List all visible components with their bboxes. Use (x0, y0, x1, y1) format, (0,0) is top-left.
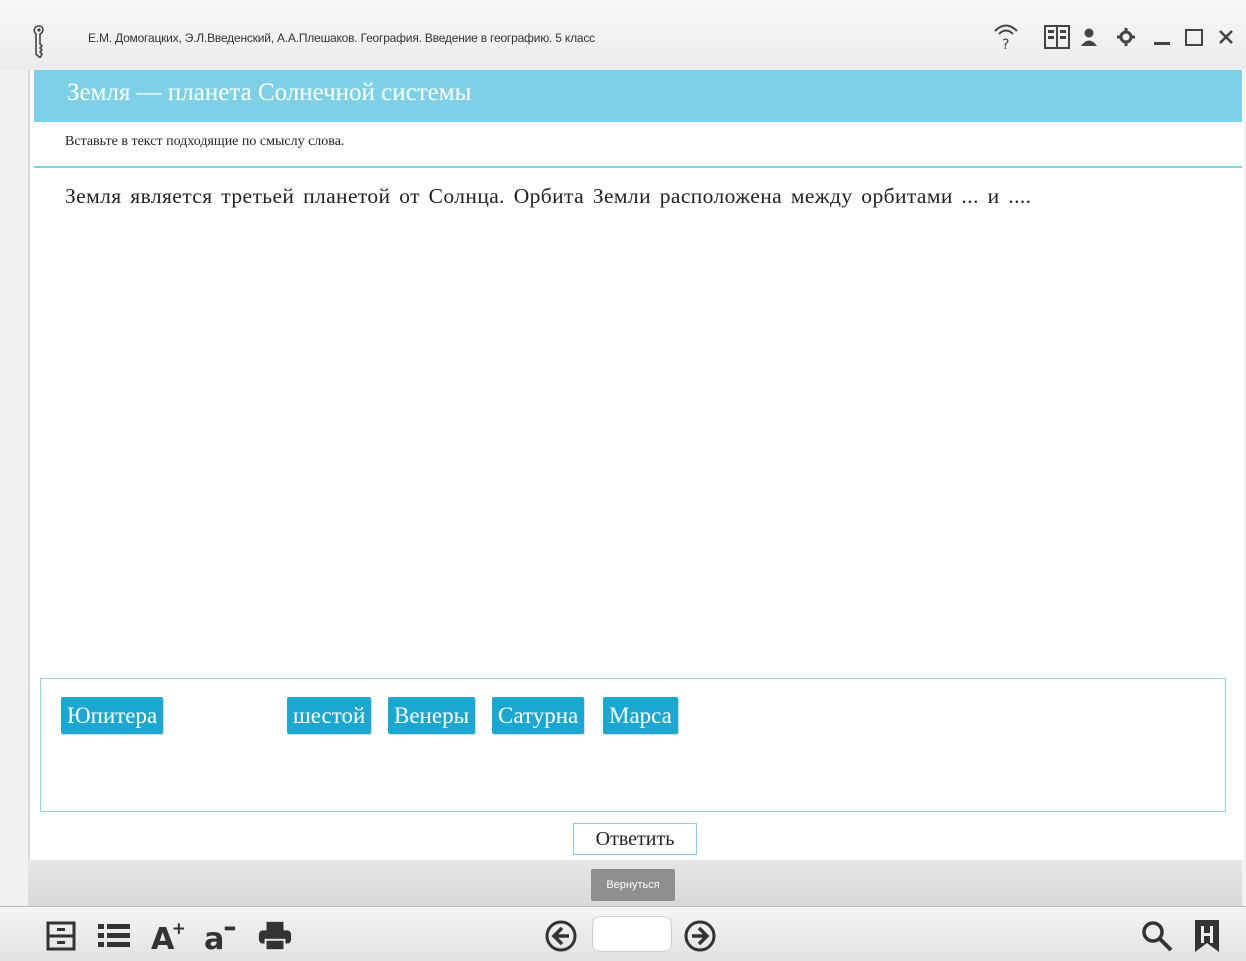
list-icon[interactable] (97, 919, 131, 953)
window-title: Е.М. Домогацких, Э.Л.Введенский, А.А.Пле… (88, 31, 595, 45)
word-chip[interactable]: шестой (287, 697, 372, 734)
bookmark-icon[interactable] (1190, 919, 1224, 953)
next-page-icon[interactable] (683, 919, 717, 953)
bottom-toolbar: A+ a (0, 906, 1246, 961)
return-button[interactable]: Вернуться (591, 869, 675, 901)
lesson-window: Земля — планета Солнечной системы Вставь… (28, 70, 1244, 860)
word-chip[interactable]: Сатурна (492, 697, 585, 734)
search-icon[interactable] (1140, 919, 1174, 953)
print-icon[interactable] (258, 919, 292, 953)
lesson-header: Земля — планета Солнечной системы (34, 70, 1242, 122)
return-bar: Вернуться (28, 860, 1242, 906)
page-number-input[interactable] (592, 916, 672, 952)
svg-text:a: a (204, 922, 224, 953)
word-chip[interactable]: Марса (603, 697, 678, 734)
maximize-icon[interactable] (1181, 24, 1207, 50)
close-icon[interactable] (1213, 24, 1239, 50)
window-left-edge (0, 70, 26, 906)
font-decrease-icon[interactable]: a (203, 919, 237, 953)
lesson-title: Земля — планета Солнечной системы (67, 79, 472, 106)
word-chip[interactable]: Венеры (388, 697, 476, 734)
header-divider (34, 166, 1242, 168)
logo-key-icon (33, 25, 44, 58)
svg-text:+: + (172, 919, 184, 939)
task-text: Земля является третьей планетой от Солнц… (65, 184, 1032, 208)
svg-text:?: ? (1002, 37, 1009, 52)
settings-icon[interactable] (1113, 24, 1139, 50)
user-icon[interactable] (1076, 24, 1102, 50)
help-icon[interactable]: ? (993, 24, 1019, 52)
word-chip[interactable]: Юпитера (61, 697, 164, 734)
answer-button[interactable]: Ответить (573, 823, 697, 855)
book-layout-icon[interactable] (1044, 24, 1070, 50)
contents-icon[interactable] (44, 919, 78, 953)
minimize-icon[interactable] (1149, 24, 1175, 50)
font-increase-icon[interactable]: A+ (150, 919, 184, 953)
prev-page-icon[interactable] (544, 919, 578, 953)
word-bank: Юпитера шестой Венеры Сатурна Марса (40, 678, 1226, 812)
title-bar: Е.М. Домогацких, Э.Л.Введенский, А.А.Пле… (0, 0, 1246, 70)
task-instruction: Вставьте в текст подходящие по смыслу сл… (65, 134, 345, 149)
